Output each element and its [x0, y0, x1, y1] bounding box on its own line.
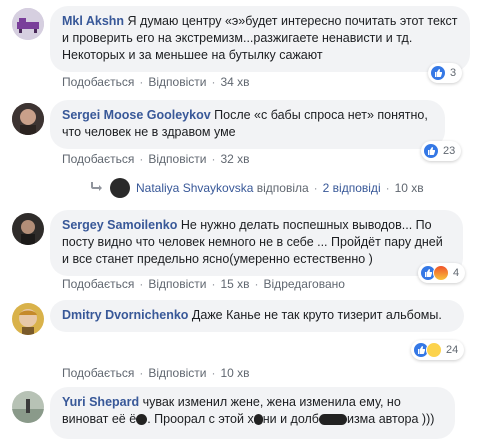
haha-reaction-icon	[426, 342, 442, 358]
reply-button[interactable]: Відповісти	[148, 75, 206, 89]
reply-button[interactable]: Відповісти	[148, 277, 206, 291]
comment-author[interactable]: Yuri Shepard	[62, 395, 139, 409]
reply-verb: відповіла	[256, 181, 309, 195]
comment-bubble: Mkl Akshn Я думаю центру «э»будет интере…	[50, 6, 470, 72]
comment-time[interactable]: 34 хв	[220, 75, 249, 89]
like-button[interactable]: Подобається	[62, 366, 134, 380]
avatar-image	[12, 8, 44, 40]
comment-text-part: ни и долб	[262, 412, 319, 426]
reply-button[interactable]: Відповісти	[148, 152, 206, 166]
comment-time[interactable]: 15 хв	[220, 277, 249, 291]
like-reaction-icon	[423, 143, 439, 159]
comment-text: Даже Канье не так круто тизерит альбомы.	[191, 308, 442, 322]
comment-actions: Подобається · Відповісти · 34 хв	[62, 75, 250, 89]
replies-link[interactable]: Nataliya Shvaykovska відповіла · 2 відпові…	[90, 178, 424, 198]
reaction-count: 24	[446, 344, 459, 356]
reply-time: 10 хв	[394, 181, 424, 195]
edited-label[interactable]: Відредаговано	[264, 277, 345, 291]
avatar-image	[12, 103, 44, 135]
avatar[interactable]	[12, 391, 44, 423]
comment-actions: Подобається · Відповісти · 15 хв · Відредагова…	[62, 277, 345, 291]
avatar[interactable]	[12, 8, 44, 40]
comment-author[interactable]: Sergei Moose Gooleykov	[62, 108, 211, 122]
like-reaction-icon	[430, 65, 446, 81]
like-button[interactable]: Подобається	[62, 277, 134, 291]
reply-button[interactable]: Відповісти	[148, 366, 206, 380]
comment-time[interactable]: 10 хв	[220, 366, 249, 380]
comment-author[interactable]: Mkl Akshn	[62, 14, 124, 28]
avatar[interactable]	[12, 303, 44, 335]
comment-bubble: Yuri Shepard чувак изменил жене, жена из…	[50, 387, 455, 439]
censor-mark	[136, 414, 148, 426]
reactions-badge[interactable]: 3	[428, 63, 463, 83]
reply-count[interactable]: 2 відповіді	[323, 181, 381, 195]
like-button[interactable]: Подобається	[62, 152, 134, 166]
reaction-count: 23	[443, 145, 456, 157]
comment-author[interactable]: Dmitry Dvornichenko	[62, 308, 188, 322]
comment-actions: Подобається · Відповісти · 32 хв	[62, 152, 250, 166]
like-button[interactable]: Подобається	[62, 75, 134, 89]
avatar[interactable]	[12, 103, 44, 135]
avatar-image	[12, 303, 44, 335]
reply-arrow-icon	[90, 181, 102, 195]
comment-actions: Подобається · Відповісти · 10 хв	[62, 366, 250, 380]
censor-mark	[318, 414, 347, 426]
reactions-badge[interactable]: 4	[418, 263, 466, 283]
avatar-image	[12, 213, 44, 245]
reply-author[interactable]: Nataliya Shvaykovska	[136, 181, 253, 195]
reply-avatar	[110, 178, 130, 198]
reaction-count: 3	[450, 67, 457, 79]
censor-mark	[253, 414, 263, 426]
comment-text-part: изма автора )))	[346, 412, 435, 426]
avatar-image	[12, 391, 44, 423]
comment-bubble: Dmitry Dvornichenko Даже Канье не так кр…	[50, 300, 464, 332]
avatar[interactable]	[12, 213, 44, 245]
comment-time[interactable]: 32 хв	[220, 152, 249, 166]
comment-bubble: Sergei Moose Gooleykov После «с бабы спр…	[50, 100, 445, 149]
comment-author[interactable]: Sergey Samoilenko	[62, 218, 177, 232]
comment-bubble: Sergey Samoilenko Не нужно делать поспеш…	[50, 210, 463, 276]
reaction-count: 4	[453, 267, 460, 279]
angry-reaction-icon	[433, 265, 449, 281]
comment-text-part: . Проорал с этой х	[147, 412, 254, 426]
reactions-badge[interactable]: 23	[421, 141, 462, 161]
reactions-badge[interactable]: 24	[411, 340, 465, 360]
